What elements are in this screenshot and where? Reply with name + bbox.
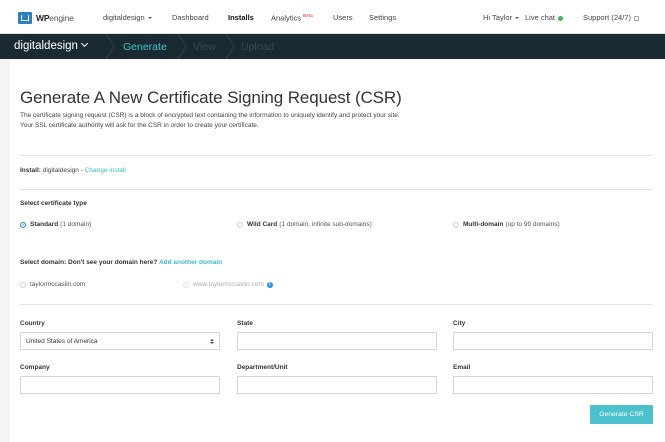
cert-type-detail: (up to 99 domains) xyxy=(505,221,560,228)
logo-text: WPengine xyxy=(36,13,74,23)
radio-unselected-icon[interactable] xyxy=(453,221,459,228)
breadcrumb-step-view: View xyxy=(193,41,216,53)
page-description-line-1: The certificate signing request (CSR) is… xyxy=(20,112,400,119)
nav-users[interactable]: Users xyxy=(333,13,353,22)
breadcrumb-site-menu[interactable]: digitaldesign xyxy=(14,39,88,52)
domain-option-disabled: www.taylormccaslin.com i xyxy=(183,281,273,288)
breadcrumb-separator-icon xyxy=(224,34,236,59)
cert-type-name: Multi-domain xyxy=(463,221,504,228)
site-menu-label: digitaldesign xyxy=(103,13,145,22)
page-title: Generate A New Certificate Signing Reque… xyxy=(20,88,402,107)
email-label: Email xyxy=(453,364,471,371)
department-field[interactable] xyxy=(237,376,437,394)
domain-option[interactable]: taylormccaslin.com xyxy=(20,281,85,288)
certificate-type-label: Select certificate type xyxy=(20,200,87,207)
company-label: Company xyxy=(20,364,50,371)
beta-badge: Beta xyxy=(303,13,313,18)
breadcrumb: digitaldesign Generate View Upload xyxy=(0,34,665,59)
nav-settings[interactable]: Settings xyxy=(369,13,396,22)
email-field[interactable] xyxy=(453,376,653,394)
chevron-down-icon xyxy=(147,17,152,20)
live-chat-link[interactable]: Live chat xyxy=(525,13,564,22)
domain-name: taylormccaslin.com xyxy=(30,281,86,288)
country-select-value: United States of America xyxy=(26,337,98,345)
cert-type-detail: (1 domain) xyxy=(60,221,92,228)
support-link[interactable]: Support (24/7) xyxy=(583,13,639,22)
external-link-icon xyxy=(633,15,639,21)
install-label: Install: xyxy=(20,167,41,174)
user-menu[interactable]: Hi Taylor xyxy=(483,13,520,22)
select-arrows-icon xyxy=(210,338,214,344)
cert-type-name: Wild Card xyxy=(247,221,278,228)
cert-type-detail: (1 domain, infinite sub-domains) xyxy=(279,221,372,228)
change-install-link[interactable]: Change install xyxy=(85,167,126,174)
logo-text-bold: WP xyxy=(36,12,50,23)
generate-csr-button[interactable]: Generate CSR xyxy=(590,405,653,424)
info-icon[interactable]: i xyxy=(266,281,273,288)
country-label: Country xyxy=(20,320,45,327)
chevron-down-icon xyxy=(80,39,88,48)
wpengine-logo-icon xyxy=(18,11,32,24)
wpengine-logo[interactable]: WPengine xyxy=(18,11,74,24)
state-label: State xyxy=(237,320,253,327)
radio-selected-icon[interactable] xyxy=(20,221,26,228)
breadcrumb-separator-icon xyxy=(104,34,116,59)
select-domain-text: Select domain: Don't see your domain her… xyxy=(20,259,158,266)
radio-unselected-icon[interactable] xyxy=(237,221,243,228)
site-menu[interactable]: digitaldesign xyxy=(103,13,152,22)
company-field[interactable] xyxy=(20,376,220,394)
cert-type-wildcard-option[interactable]: Wild Card (1 domain, infinite sub-domain… xyxy=(237,221,372,228)
chevron-down-icon xyxy=(515,17,520,20)
domain-name: www.taylormccaslin.com xyxy=(193,281,264,288)
nav-analytics[interactable]: Analytics Beta xyxy=(271,13,313,23)
user-menu-label: Hi Taylor xyxy=(483,13,513,22)
radio-unselected-icon[interactable] xyxy=(20,281,26,288)
nav-installs[interactable]: Installs xyxy=(228,13,254,22)
divider xyxy=(20,189,652,190)
nav-dashboard[interactable]: Dashboard xyxy=(172,13,209,22)
breadcrumb-site-label: digitaldesign xyxy=(14,40,78,52)
breadcrumb-step-upload: Upload xyxy=(241,41,275,53)
select-domain-label: Select domain: Don't see your domain her… xyxy=(20,259,222,266)
divider xyxy=(20,155,652,156)
breadcrumb-step-generate[interactable]: Generate xyxy=(123,41,167,53)
live-chat-label: Live chat xyxy=(525,13,556,22)
nav-analytics-label: Analytics xyxy=(271,13,302,23)
page-description-line-2: Your SSL certificate authority will ask … xyxy=(20,122,259,129)
install-name: digitaldesign xyxy=(42,167,79,174)
department-label: Department/Unit xyxy=(237,364,288,371)
cert-type-multidomain-option[interactable]: Multi-domain (up to 99 domains) xyxy=(453,221,560,228)
top-navigation: WPengine digitaldesign Dashboard Install… xyxy=(0,0,665,34)
logo-text-light: engine xyxy=(49,12,74,23)
cert-type-name: Standard xyxy=(30,221,59,228)
state-field[interactable] xyxy=(237,332,437,350)
divider xyxy=(20,304,652,305)
radio-disabled-icon xyxy=(183,281,189,288)
country-select[interactable]: United States of America xyxy=(20,332,220,350)
breadcrumb-separator-icon xyxy=(176,34,188,59)
city-field[interactable] xyxy=(453,332,653,350)
online-status-icon xyxy=(558,15,564,21)
install-info: Install: digitaldesign - Change install xyxy=(20,167,126,174)
add-another-domain-link[interactable]: Add another domain xyxy=(159,259,222,266)
city-label: City xyxy=(453,320,466,327)
support-label: Support (24/7) xyxy=(583,13,631,22)
cert-type-standard-option[interactable]: Standard (1 domain) xyxy=(20,221,91,228)
